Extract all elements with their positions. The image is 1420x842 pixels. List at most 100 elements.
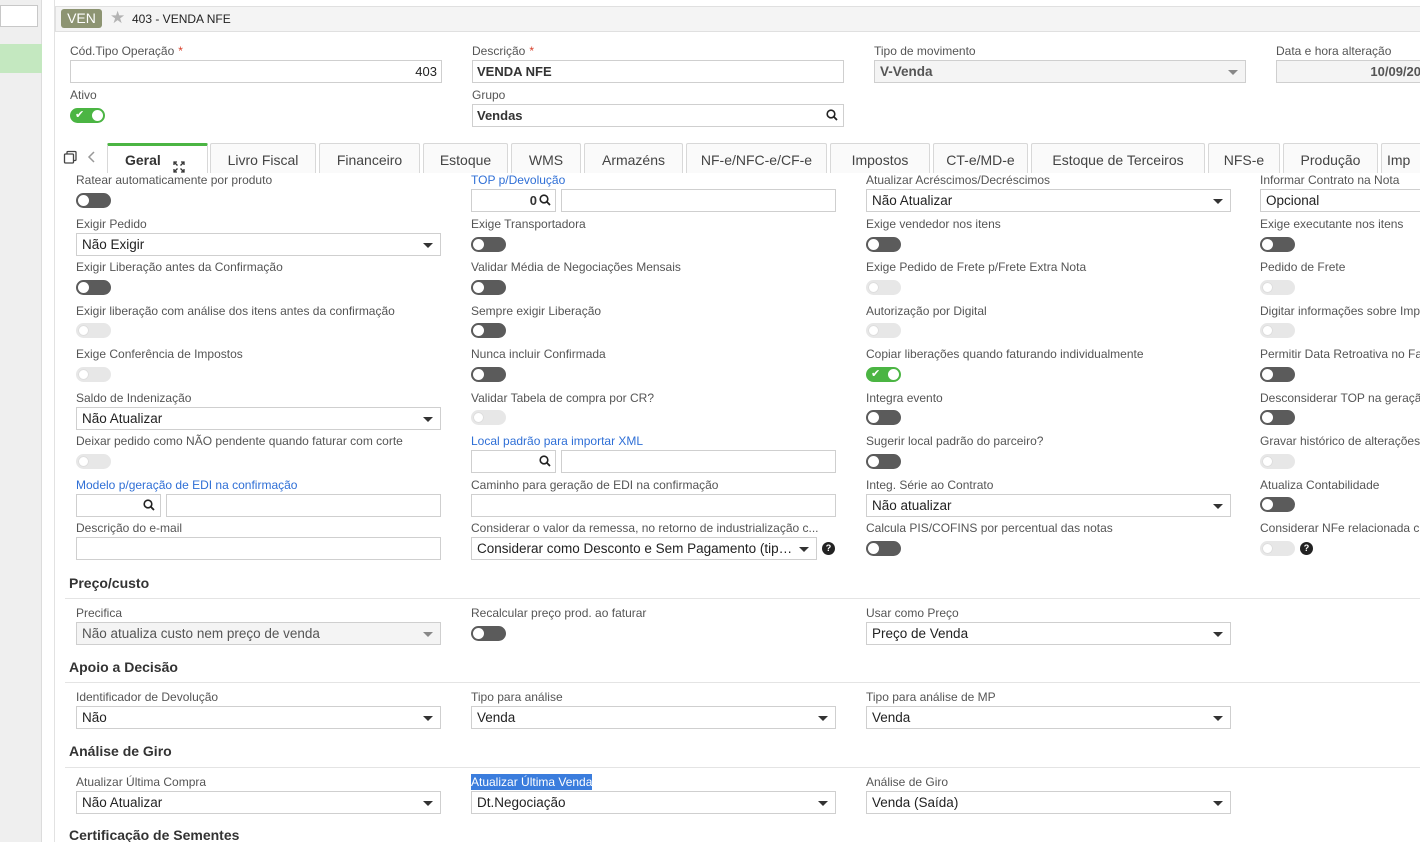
tab-estoque[interactable]: Estoque (423, 143, 508, 173)
tab-cte[interactable]: CT-e/MD-e (933, 143, 1028, 173)
atualiza-contabilidade-toggle[interactable] (1260, 497, 1295, 512)
help-icon[interactable]: ? (1300, 542, 1313, 555)
desconsiderar-top-label: Desconsiderar TOP na geraçã (1260, 391, 1420, 405)
gravar-historico-toggle[interactable] (1260, 454, 1295, 469)
copiar-liberacoes-toggle[interactable]: ✔ (866, 367, 901, 382)
ativo-label: Ativo (70, 88, 97, 102)
data-alteracao-input[interactable]: 10/09/20 (1276, 60, 1420, 83)
exigir-liberacao-analise-toggle[interactable] (76, 323, 111, 338)
tipo-analise-mp-select[interactable]: Venda (866, 706, 1231, 729)
cod-tipo-operacao-input[interactable]: 403 (70, 60, 442, 83)
search-icon[interactable] (826, 109, 838, 121)
usar-como-preco-label: Usar como Preço (866, 606, 959, 620)
atualizar-ultima-compra-select[interactable]: Não Atualizar (76, 791, 441, 814)
tab-armazens[interactable]: Armazéns (584, 143, 683, 173)
caminho-edi-input[interactable] (471, 494, 836, 517)
autorizacao-digital-toggle[interactable] (866, 323, 901, 338)
chevron-down-icon (799, 547, 809, 552)
tab-geral[interactable]: Geral (107, 143, 208, 173)
atualiza-contabilidade-label: Atualiza Contabilidade (1260, 478, 1380, 492)
tipo-analise-select[interactable]: Venda (471, 706, 836, 729)
usar-como-preco-select[interactable]: Preço de Venda (866, 622, 1231, 645)
local-padrao-desc-input[interactable] (561, 450, 836, 473)
exigir-pedido-select[interactable]: Não Exigir (76, 233, 441, 256)
informar-contrato-select[interactable]: Opcional (1260, 189, 1420, 212)
exige-executante-toggle[interactable] (1260, 237, 1295, 252)
exigir-liberacao-toggle[interactable] (76, 280, 111, 295)
atualizar-ultima-venda-select[interactable]: Dt.Negociação (471, 791, 836, 814)
sempre-exigir-label: Sempre exigir Liberação (471, 304, 602, 318)
analise-giro-select[interactable]: Venda (Saída) (866, 791, 1231, 814)
considerar-valor-select[interactable]: Considerar como Desconto e Sem Pagamento… (471, 537, 817, 560)
recalcular-preco-toggle[interactable] (471, 626, 506, 641)
digitar-informacoes-toggle[interactable] (1260, 323, 1295, 338)
tab-producao[interactable]: Produção (1283, 143, 1378, 173)
descricao-email-input[interactable] (76, 537, 441, 560)
tab-nfe[interactable]: NF-e/NFC-e/CF-e (686, 143, 827, 173)
exige-transportadora-toggle[interactable] (471, 237, 506, 252)
search-icon[interactable] (539, 455, 551, 467)
chevron-down-icon (1213, 199, 1223, 204)
help-icon[interactable]: ? (822, 542, 835, 555)
top-devolucao-label[interactable]: TOP p/Devolução (471, 173, 565, 187)
integ-serie-select[interactable]: Não atualizar (866, 494, 1231, 517)
chevron-down-icon (1213, 716, 1223, 721)
ratear-toggle[interactable] (76, 193, 111, 208)
main-panel: VEN ★ 403 - VENDA NFE Cód.Tipo Operação *… (54, 0, 1420, 842)
permitir-data-toggle[interactable] (1260, 367, 1295, 382)
sidebar-active-item[interactable] (0, 44, 42, 73)
grupo-input[interactable]: Vendas (472, 104, 844, 127)
tab-imp[interactable]: Imp (1381, 143, 1420, 173)
descricao-email-label: Descrição do e-mail (76, 521, 183, 535)
copy-icon[interactable] (63, 150, 77, 164)
chevron-down-icon (423, 716, 433, 721)
exige-vendedor-toggle[interactable] (866, 237, 901, 252)
sugerir-local-toggle[interactable] (866, 454, 901, 469)
ativo-toggle[interactable]: ✔ (70, 108, 105, 123)
precifica-select[interactable]: Não atualiza custo nem preço de venda (76, 622, 441, 645)
considerar-nfe-toggle[interactable] (1260, 541, 1295, 556)
tipo-movimento-select[interactable]: V-Venda (874, 60, 1246, 83)
modelo-edi-label[interactable]: Modelo p/geração de EDI na confirmação (76, 478, 297, 492)
pedido-frete-toggle[interactable] (1260, 280, 1295, 295)
desconsiderar-top-toggle[interactable] (1260, 410, 1295, 425)
sidebar-search-input[interactable] (0, 5, 38, 27)
validar-tabela-toggle[interactable] (471, 410, 506, 425)
deixar-pedido-toggle[interactable] (76, 454, 111, 469)
integra-evento-toggle[interactable] (866, 410, 901, 425)
local-padrao-xml-label[interactable]: Local padrão para importar XML (471, 434, 643, 448)
atualizar-acrescimos-select[interactable]: Não Atualizar (866, 189, 1231, 212)
nunca-incluir-toggle[interactable] (471, 367, 506, 382)
tab-wms[interactable]: WMS (511, 143, 581, 173)
chevron-down-icon (818, 716, 828, 721)
tab-impostos[interactable]: Impostos (830, 143, 930, 173)
descricao-input[interactable]: VENDA NFE (472, 60, 844, 83)
atualizar-ultima-compra-label: Atualizar Última Compra (76, 775, 207, 789)
tab-financeiro[interactable]: Financeiro (319, 143, 420, 173)
favorite-star-icon[interactable]: ★ (110, 8, 125, 28)
sempre-exigir-toggle[interactable] (471, 323, 506, 338)
integ-serie-label: Integ. Série ao Contrato (866, 478, 994, 492)
validar-media-toggle[interactable] (471, 280, 506, 295)
chevron-down-icon (1228, 70, 1238, 75)
chevron-left-icon[interactable] (87, 150, 101, 164)
exige-conferencia-toggle[interactable] (76, 367, 111, 382)
modelo-edi-desc-input[interactable] (166, 494, 441, 517)
search-icon[interactable] (143, 499, 155, 511)
top-devolucao-desc-input[interactable] (561, 189, 836, 212)
divider (65, 598, 1420, 599)
tab-nfse[interactable]: NFS-e (1208, 143, 1280, 173)
identificador-devolucao-select[interactable]: Não (76, 706, 441, 729)
exige-pedido-frete-toggle[interactable] (866, 280, 901, 295)
chevron-down-icon (818, 801, 828, 806)
pedido-frete-label: Pedido de Frete (1260, 260, 1346, 274)
considerar-valor-label: Considerar o valor da remessa, no retorn… (471, 521, 819, 535)
tab-livro-fiscal[interactable]: Livro Fiscal (210, 143, 316, 173)
calcula-pis-toggle[interactable] (866, 541, 901, 556)
tab-estoque-terceiros[interactable]: Estoque de Terceiros (1031, 143, 1205, 173)
expand-icon[interactable] (173, 154, 185, 173)
saldo-indenizacao-select[interactable]: Não Atualizar (76, 407, 441, 430)
analise-giro-label: Análise de Giro (866, 775, 949, 789)
search-icon[interactable] (539, 194, 551, 206)
module-tag: VEN (61, 9, 102, 28)
